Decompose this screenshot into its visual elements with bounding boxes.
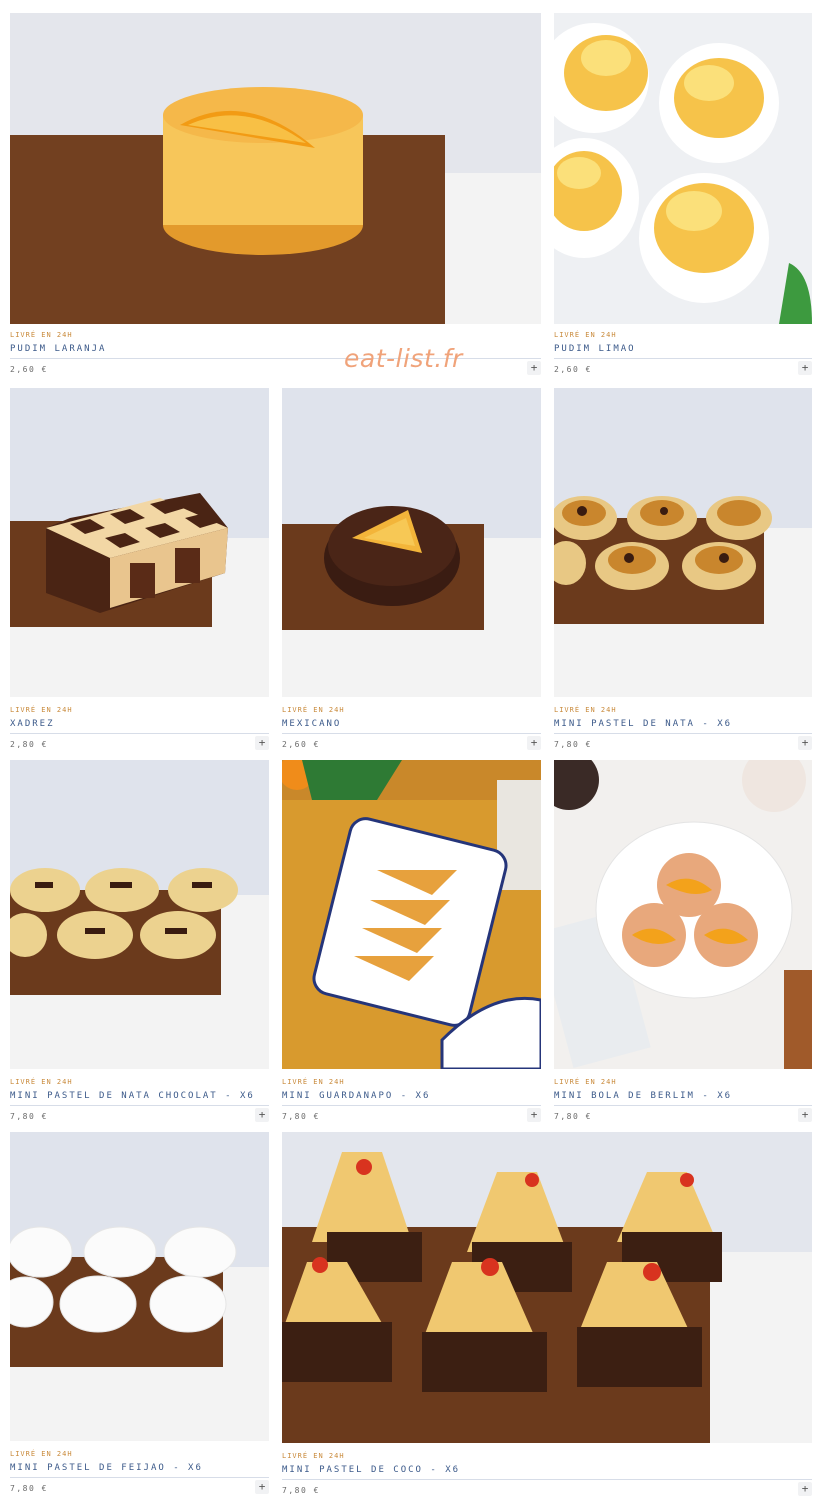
product-card[interactable]: LIVRÉ EN 24H MINI GUARDANAPO - X6 7,80 €… [282, 760, 541, 1122]
add-to-cart-button[interactable]: + [798, 736, 812, 750]
delivery-label: LIVRÉ EN 24H [554, 331, 617, 339]
product-image-pudim-limao[interactable] [554, 13, 812, 324]
product-name[interactable]: MINI PASTEL DE COCO - X6 [282, 1465, 460, 1475]
product-price: 7,80 € [554, 740, 592, 749]
product-card[interactable]: LIVRÉ EN 24H MINI PASTEL DE COCO - X6 7,… [282, 1132, 812, 1496]
product-price: 7,80 € [10, 1112, 48, 1121]
product-name[interactable]: MINI GUARDANAPO - X6 [282, 1091, 430, 1101]
product-name[interactable]: XADREZ [10, 719, 55, 729]
product-name[interactable]: MINI BOLA DE BERLIM - X6 [554, 1091, 732, 1101]
add-to-cart-button[interactable]: + [255, 1480, 269, 1494]
product-price: 2,60 € [554, 365, 592, 374]
product-name[interactable]: MINI PASTEL DE NATA - X6 [554, 719, 732, 729]
delivery-label: LIVRÉ EN 24H [10, 1450, 73, 1458]
divider [10, 1105, 269, 1106]
product-image-mini-pastel-de-nata[interactable] [554, 388, 812, 697]
product-image-mini-pastel-de-coco[interactable] [282, 1132, 812, 1443]
delivery-label: LIVRÉ EN 24H [554, 1078, 617, 1086]
product-card[interactable]: LIVRÉ EN 24H MINI PASTEL DE NATA CHOCOLA… [10, 760, 269, 1122]
product-price: 7,80 € [554, 1112, 592, 1121]
divider [282, 1105, 541, 1106]
divider [282, 733, 541, 734]
delivery-label: LIVRÉ EN 24H [282, 1452, 345, 1460]
add-to-cart-button[interactable]: + [798, 1482, 812, 1496]
product-card[interactable]: LIVRÉ EN 24H XADREZ 2,80 € + [10, 388, 269, 750]
product-image-xadrez[interactable] [10, 388, 269, 697]
product-card[interactable]: LIVRÉ EN 24H PUDIM LARANJA 2,60 € + [10, 13, 541, 375]
add-to-cart-button[interactable]: + [527, 736, 541, 750]
product-price: 7,80 € [282, 1486, 320, 1495]
product-name[interactable]: PUDIM LIMAO [554, 344, 636, 354]
product-price: 2,80 € [10, 740, 48, 749]
divider [554, 733, 812, 734]
delivery-label: LIVRÉ EN 24H [10, 1078, 73, 1086]
add-to-cart-button[interactable]: + [527, 1108, 541, 1122]
add-to-cart-button[interactable]: + [527, 361, 541, 375]
delivery-label: LIVRÉ EN 24H [282, 706, 345, 714]
delivery-label: LIVRÉ EN 24H [554, 706, 617, 714]
add-to-cart-button[interactable]: + [255, 736, 269, 750]
product-name[interactable]: MINI PASTEL DE FEIJAO - X6 [10, 1463, 203, 1473]
product-name[interactable]: MEXICANO [282, 719, 341, 729]
product-image-pudim-laranja[interactable] [10, 13, 541, 324]
product-price: 2,60 € [282, 740, 320, 749]
product-price: 2,60 € [10, 365, 48, 374]
product-name[interactable]: PUDIM LARANJA [10, 344, 106, 354]
product-card[interactable]: LIVRÉ EN 24H MEXICANO 2,60 € + [282, 388, 541, 750]
product-image-mini-guardanapo[interactable] [282, 760, 541, 1069]
add-to-cart-button[interactable]: + [255, 1108, 269, 1122]
product-name[interactable]: MINI PASTEL DE NATA CHOCOLAT - X6 [10, 1091, 255, 1101]
product-card[interactable]: LIVRÉ EN 24H PUDIM LIMAO 2,60 € + [554, 13, 812, 375]
product-price: 7,80 € [282, 1112, 320, 1121]
delivery-label: LIVRÉ EN 24H [10, 331, 73, 339]
divider [554, 358, 812, 359]
watermark: eat-list.fr [344, 344, 463, 373]
product-image-mexicano[interactable] [282, 388, 541, 697]
product-card[interactable]: LIVRÉ EN 24H MINI PASTEL DE NATA - X6 7,… [554, 388, 812, 750]
product-image-mini-bola-de-berlim[interactable] [554, 760, 812, 1069]
add-to-cart-button[interactable]: + [798, 361, 812, 375]
product-image-mini-pastel-de-nata-chocolat[interactable] [10, 760, 269, 1069]
divider [282, 1479, 812, 1480]
product-price: 7,80 € [10, 1484, 48, 1493]
divider [10, 1477, 269, 1478]
product-image-mini-pastel-de-feijao[interactable] [10, 1132, 269, 1441]
delivery-label: LIVRÉ EN 24H [10, 706, 73, 714]
product-card[interactable]: LIVRÉ EN 24H MINI PASTEL DE FEIJAO - X6 … [10, 1132, 269, 1494]
product-card[interactable]: LIVRÉ EN 24H MINI BOLA DE BERLIM - X6 7,… [554, 760, 812, 1122]
add-to-cart-button[interactable]: + [798, 1108, 812, 1122]
divider [10, 733, 269, 734]
divider [554, 1105, 812, 1106]
delivery-label: LIVRÉ EN 24H [282, 1078, 345, 1086]
